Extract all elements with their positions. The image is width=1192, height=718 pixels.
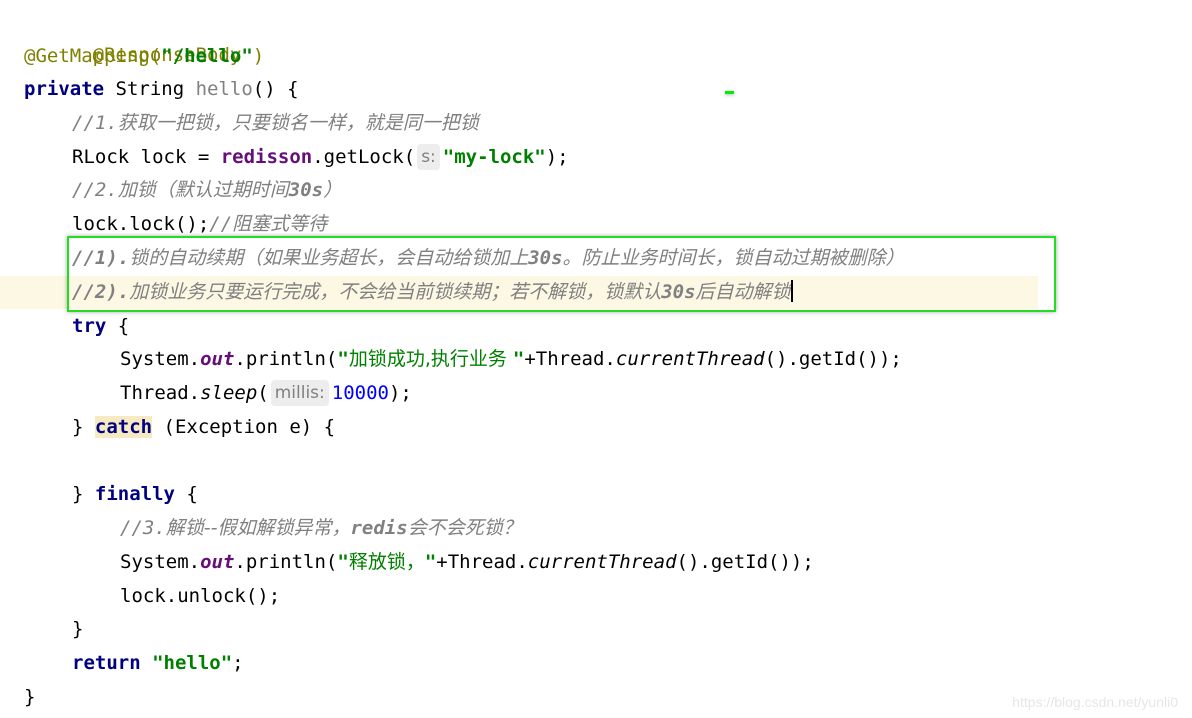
code-text: .getLock( xyxy=(312,146,416,168)
code-text: { xyxy=(106,315,130,337)
method-name: hello xyxy=(195,78,253,100)
string-quote: " xyxy=(512,348,525,370)
comment-bold: 30s xyxy=(288,179,324,201)
comment-text: 会不会死锁？ xyxy=(407,517,522,539)
keyword-try: try xyxy=(72,315,107,337)
comment-bold: 30s xyxy=(661,281,696,303)
comment-text: 加锁（默认过期时间 xyxy=(117,179,289,201)
comment-text: 获取一把锁，只要锁名一样，就是同一把锁 xyxy=(117,112,479,134)
code-text: () { xyxy=(252,78,299,100)
code-text: Thread. xyxy=(120,382,201,404)
code-text: RLock lock = xyxy=(72,146,221,168)
code-text: lock.lock(); xyxy=(72,213,210,235)
code-line-3: private String hello() { xyxy=(0,73,299,106)
code-text: ; xyxy=(232,652,244,674)
green-marker xyxy=(725,91,734,94)
code-line-7: lock.lock();//阻塞式等待 xyxy=(0,208,327,241)
string-quote: " xyxy=(424,551,437,573)
static-method: sleep xyxy=(200,382,258,404)
comment-text: 阻塞式等待 xyxy=(232,213,328,235)
code-line-19: } xyxy=(0,613,83,646)
return-type: String xyxy=(104,78,196,100)
comment-text: 解锁--假如解锁异常， xyxy=(165,517,351,539)
watermark: https://blog.csdn.net/yunli0 xyxy=(1012,694,1178,710)
code-line-20: return "hello"; xyxy=(0,647,244,680)
code-text: .println( xyxy=(234,348,338,370)
static-method: currentThread xyxy=(615,348,765,370)
keyword-return: return xyxy=(72,652,141,674)
code-text: +Thread. xyxy=(436,551,528,573)
code-text: } xyxy=(72,618,84,640)
code-editor[interactable]: @ResponseBody @GetMapping("/hello") priv… xyxy=(0,0,1192,718)
comment-text: ） xyxy=(323,179,343,201)
code-line-17: System.out.println("释放锁，"+Thread.current… xyxy=(0,546,814,579)
keyword: private xyxy=(24,78,105,100)
code-text: { xyxy=(174,483,198,505)
code-text: } xyxy=(24,686,36,708)
code-text: ().getId()); xyxy=(764,348,902,370)
parameter-hint: millis: xyxy=(270,380,329,406)
comment-prefix: //3. xyxy=(120,517,166,539)
code-line-18: lock.unlock(); xyxy=(0,580,280,613)
code-text: ); xyxy=(545,146,569,168)
keyword-finally: finally xyxy=(94,483,175,505)
code-text: System. xyxy=(120,551,201,573)
string-text: 释放锁， xyxy=(348,551,425,573)
code-line-1: @ResponseBody xyxy=(0,6,242,66)
static-field-out: out xyxy=(200,348,235,370)
comment-text: 后自动解锁 xyxy=(695,281,791,303)
code-line-15: } finally { xyxy=(0,478,198,511)
code-text: +Thread. xyxy=(524,348,616,370)
code-line-8: //1).锁的自动续期（如果业务超长，会自动给锁加上30s。防止业务时间长，锁自… xyxy=(0,242,905,275)
code-line-2: @GetMapping("/hello") xyxy=(0,40,264,73)
text-cursor xyxy=(790,280,793,302)
comment-text: 加锁业务只要运行完成，不会给当前锁续期；若不解锁，锁默认 xyxy=(129,281,662,303)
static-field-out: out xyxy=(200,551,235,573)
string-literal: "hello" xyxy=(152,652,233,674)
code-text: lock.unlock(); xyxy=(120,585,281,607)
comment-prefix: //1. xyxy=(72,112,118,134)
comment-prefix: //2. xyxy=(72,179,118,201)
keyword-catch: catch xyxy=(94,416,153,438)
code-line-12: Thread.sleep(millis: 10000); xyxy=(0,377,412,410)
code-line-16: //3.解锁--假如解锁异常，redis会不会死锁？ xyxy=(0,512,522,545)
code-text: ( xyxy=(257,382,269,404)
code-line-9: //2).加锁业务只要运行完成，不会给当前锁续期；若不解锁，锁默认30s后自动解… xyxy=(0,276,793,309)
code-text: } xyxy=(72,483,95,505)
code-text: ); xyxy=(388,382,412,404)
string-literal: "/hello" xyxy=(161,45,253,67)
comment-text: 锁的自动续期（如果业务超长，会自动给锁加上 xyxy=(129,247,529,269)
static-method: currentThread xyxy=(527,551,677,573)
comment-prefix: //2). xyxy=(72,281,130,303)
code-line-6: //2.加锁（默认过期时间30s） xyxy=(0,174,342,207)
code-line-5: RLock lock = redisson.getLock(s: "my-lock… xyxy=(0,141,569,174)
string-literal: "my-lock" xyxy=(442,146,546,168)
comment-bold: redis xyxy=(350,517,408,539)
number-literal: 10000 xyxy=(331,382,389,404)
code-line-4: //1.获取一把锁，只要锁名一样，就是同一把锁 xyxy=(0,107,479,140)
comment-text: 。防止业务时间长，锁自动过期被删除） xyxy=(562,247,905,269)
parameter-hint: s: xyxy=(417,144,440,170)
annotation-get-mapping: @GetMapping( xyxy=(24,45,162,67)
paren: ) xyxy=(252,45,265,67)
string-text: 加锁成功,执行业务 xyxy=(348,348,513,370)
code-text: } xyxy=(72,416,95,438)
code-line-13: } catch (Exception e) { xyxy=(0,411,335,444)
code-text: System. xyxy=(120,348,201,370)
string-quote: " xyxy=(337,551,349,573)
code-line-11: System.out.println("加锁成功,执行业务 "+Thread.c… xyxy=(0,343,902,376)
code-text: ().getId()); xyxy=(676,551,814,573)
comment-prefix: //1). xyxy=(72,247,130,269)
string-quote: " xyxy=(337,348,349,370)
code-text: (Exception e) { xyxy=(152,416,336,438)
comment-prefix: // xyxy=(209,213,233,235)
comment-bold: 30s xyxy=(528,247,563,269)
code-text: .println( xyxy=(234,551,338,573)
field-redisson: redisson xyxy=(220,146,313,168)
code-line-10: try { xyxy=(0,310,129,343)
code-line-21: } xyxy=(0,681,46,714)
